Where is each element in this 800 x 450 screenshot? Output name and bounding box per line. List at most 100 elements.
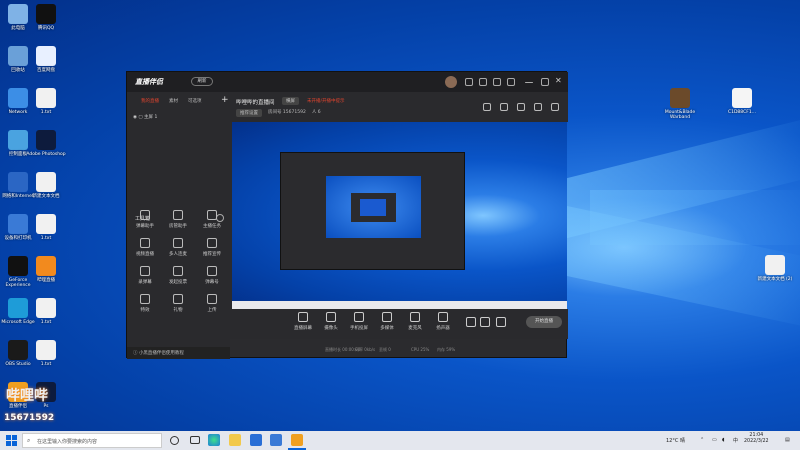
box-icon[interactable] (483, 103, 491, 111)
source-tool-button[interactable]: 多媒体 (374, 312, 400, 331)
app-icon (36, 4, 56, 24)
tutorial-link[interactable]: ⓘ 小黑直播伴侣使用教程 (127, 347, 230, 359)
bell-icon[interactable] (534, 103, 542, 111)
toolbox-item[interactable]: 发起投票 (165, 266, 191, 285)
source-tool-button[interactable]: 直播屏幕 (290, 312, 316, 331)
desktop-icon-label: 1.txt (40, 362, 52, 367)
gear-icon[interactable] (488, 317, 514, 330)
desktop-icon[interactable]: 哔哩直播 (24, 256, 68, 283)
screen-icon[interactable] (517, 103, 525, 111)
gift-icon[interactable] (507, 78, 515, 86)
refresh-button[interactable]: 刷新 (191, 77, 213, 86)
toolbox-item[interactable]: 特效 (132, 294, 158, 313)
toolbox-item[interactable]: 房管助手 (165, 210, 191, 229)
toolbox-item[interactable]: 主播任务 (199, 210, 225, 229)
desktop-icon[interactable]: Mount&Blade Warband (658, 88, 702, 120)
toolbox-item[interactable]: 录弹幕 (132, 266, 158, 285)
tab-material[interactable]: 素材 (169, 98, 178, 104)
settings-app-icon[interactable] (270, 434, 282, 446)
toolbox-item[interactable]: 礼物 (165, 294, 191, 313)
share-icon[interactable] (551, 103, 559, 111)
volume-icon[interactable]: ◖ (722, 437, 725, 443)
tool-icon (140, 294, 150, 304)
add-scene-icon[interactable]: + (221, 95, 229, 105)
tool-icon (207, 238, 217, 248)
edge-icon[interactable] (208, 434, 220, 446)
source-tool-icon (438, 312, 448, 322)
status-item: 码率 0kb/s (355, 347, 376, 352)
tool-label: 特效 (140, 308, 150, 313)
start-live-button[interactable]: 开始直播 (526, 316, 562, 328)
source-tool-button[interactable]: 麦克风 (402, 312, 428, 331)
app-icon (36, 340, 56, 360)
cortana-icon[interactable] (170, 436, 179, 445)
scene-item[interactable]: ◉ ▢ 主屏 1 (133, 114, 157, 120)
live-app-taskbar-icon[interactable] (291, 434, 303, 446)
desktop-icon-label: 1.txt (40, 110, 52, 115)
desktop-icon[interactable]: 新建文本文档 (24, 172, 68, 199)
avatar[interactable] (445, 76, 457, 88)
desktop-icon[interactable]: 1.txt (24, 298, 68, 325)
source-tool-button[interactable]: 手机投屏 (346, 312, 372, 331)
tray-chevron-icon[interactable]: ⌃ (700, 437, 704, 443)
mail-icon[interactable] (479, 78, 487, 86)
weather-text[interactable]: 12°C 晴 (666, 437, 685, 444)
tool-icon (173, 266, 183, 276)
ime-indicator[interactable]: 中 (733, 437, 738, 444)
shirt-icon[interactable] (465, 78, 473, 86)
tool-icon (173, 238, 183, 248)
app-logo: 直播伴侣 (135, 78, 163, 86)
stream-preview[interactable] (232, 122, 567, 309)
source-tool-icon (354, 312, 364, 322)
toolbox-item[interactable]: 弹幕助手 (132, 210, 158, 229)
store-icon[interactable] (250, 434, 262, 446)
source-tool-label: 直播屏幕 (294, 326, 312, 331)
desktop-icon[interactable]: 1.txt (24, 88, 68, 115)
windows-start-button[interactable] (6, 435, 17, 446)
toolbox-item[interactable]: 多人连麦 (165, 238, 191, 257)
toolbox-item[interactable]: 推荐宣传 (199, 238, 225, 257)
taskbar-search-input[interactable]: ⌕ 在这里输入你要搜索的内容 (22, 433, 162, 448)
taskbar-clock[interactable]: 21:04 2022/3/22 (744, 433, 769, 445)
tool-label: 主播任务 (203, 224, 221, 229)
desktop-icon-label: 新建文本文档 (32, 194, 60, 199)
toolbox-item[interactable]: 弹幕号 (199, 266, 225, 285)
mode-tag[interactable]: 横屏 (282, 97, 299, 105)
source-tool-icon (410, 312, 420, 322)
status-bar: 直播时长 00:00:00 码率 0kb/s 丢帧 0 CPU 25% 内存 59% (230, 345, 568, 357)
tool-label: 视频直播 (136, 252, 154, 257)
minimize-icon[interactable] (525, 82, 533, 83)
desktop-icon[interactable]: C1D88CF1... (720, 88, 764, 115)
task-view-icon[interactable] (190, 436, 200, 444)
source-tool-button[interactable]: 扬声器 (430, 312, 456, 331)
desktop-icon[interactable]: 百度网盘 (24, 46, 68, 73)
close-icon[interactable]: ✕ (555, 76, 563, 85)
nested-preview-inner (326, 176, 421, 238)
desktop-icon[interactable]: 腾讯QQ (24, 4, 68, 31)
source-tool-label: 扬声器 (436, 326, 450, 331)
recommend-settings-button[interactable]: 推荐设置 (236, 109, 262, 117)
tool-icon (207, 210, 217, 220)
source-tool-button[interactable]: 摄像头 (318, 312, 344, 331)
lock-icon[interactable] (500, 103, 508, 111)
app-icon (765, 255, 785, 275)
settings-icon[interactable] (493, 78, 501, 86)
maximize-icon[interactable] (541, 78, 549, 86)
file-explorer-icon[interactable] (229, 434, 241, 446)
desktop-icon[interactable]: 新建文本文档 (2) (753, 255, 797, 282)
desktop-icon[interactable]: 1.txt (24, 214, 68, 241)
notification-icon[interactable]: ▤ (785, 437, 790, 443)
app-icon (670, 88, 690, 108)
source-tool-icon (298, 312, 308, 322)
tab-options[interactable]: 可选项 (188, 98, 202, 104)
toolbox-item[interactable]: 上传 (199, 294, 225, 313)
desktop-icon-label: Adobe Photoshop (26, 152, 66, 157)
app-icon (732, 88, 752, 108)
source-tool-icon (382, 312, 392, 322)
desktop-icon[interactable]: Adobe Photoshop (24, 130, 68, 157)
tab-my-live[interactable]: 我的直播 (141, 98, 159, 104)
desktop-icon[interactable]: 1.txt (24, 340, 68, 367)
toolbox-item[interactable]: 视频直播 (132, 238, 158, 257)
network-icon[interactable]: ▭ (712, 437, 717, 443)
desktop-icon-label: 新建文本文档 (2) (757, 277, 793, 282)
